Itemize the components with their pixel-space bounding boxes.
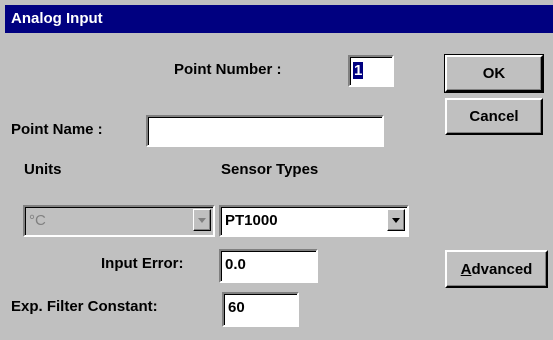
advanced-label-rest: dvanced <box>471 260 533 278</box>
input-error-label: Input Error: <box>101 255 184 272</box>
sensor-types-dropdown-button[interactable] <box>387 209 405 231</box>
filter-constant-input[interactable]: 60 <box>222 292 299 327</box>
units-dropdown-button <box>193 209 211 231</box>
title-bar[interactable]: Analog Input <box>5 5 553 33</box>
window-title: Analog Input <box>11 10 103 27</box>
advanced-mnemonic: A <box>460 260 472 278</box>
units-dropdown: °C <box>23 205 215 237</box>
sensor-types-field[interactable]: PT1000 <box>219 205 409 237</box>
ok-button[interactable]: OK <box>444 54 544 93</box>
point-number-label: Point Number : <box>174 61 282 78</box>
advanced-button-label: Advanced <box>461 261 533 278</box>
point-number-input[interactable]: 1 <box>348 55 394 87</box>
ok-button-label: OK <box>482 65 506 82</box>
filter-constant-label: Exp. Filter Constant: <box>11 298 158 315</box>
cancel-button-label: Cancel <box>469 108 519 125</box>
advanced-button[interactable]: Advanced <box>445 250 548 288</box>
chevron-down-icon <box>198 218 206 223</box>
sensor-types-label: Sensor Types <box>221 161 319 178</box>
filter-constant-value: 60 <box>228 299 245 316</box>
point-name-label: Point Name : <box>11 121 103 138</box>
input-error-value: 0.0 <box>225 256 246 273</box>
chevron-down-icon <box>392 218 400 223</box>
sensor-types-dropdown[interactable]: PT1000 <box>219 205 409 237</box>
units-label: Units <box>24 161 62 178</box>
input-error-input[interactable]: 0.0 <box>219 249 318 283</box>
sensor-types-value: PT1000 <box>225 212 278 229</box>
point-name-input[interactable] <box>146 115 384 147</box>
cancel-button[interactable]: Cancel <box>445 98 543 135</box>
units-value: °C <box>29 212 46 229</box>
point-number-value: 1 <box>353 62 364 79</box>
units-field: °C <box>23 205 215 237</box>
